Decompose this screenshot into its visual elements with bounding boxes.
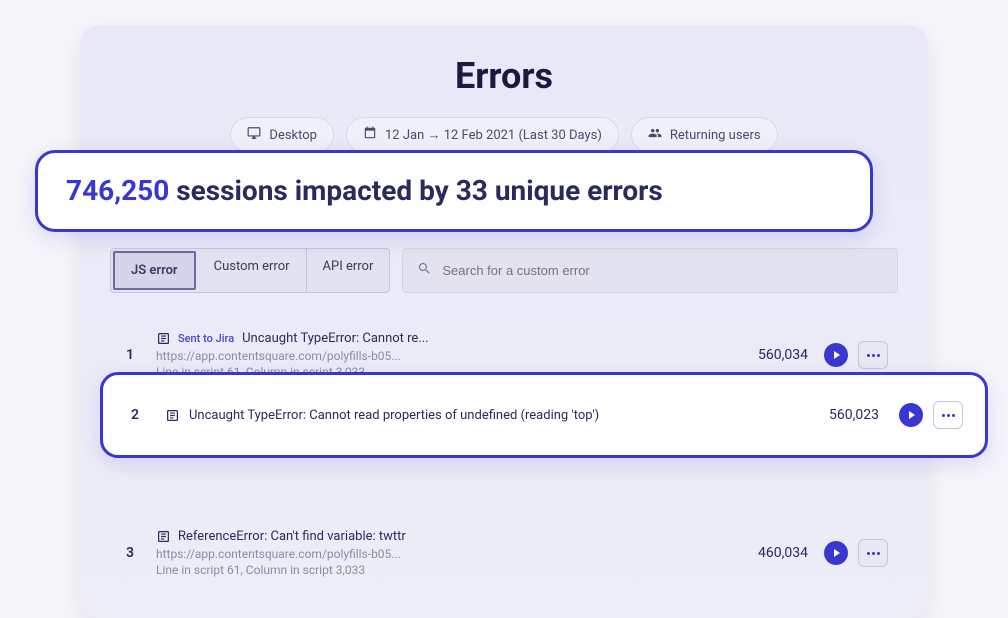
error-type-tabs: JS error Custom error API error xyxy=(110,248,390,293)
error-row-highlighted[interactable]: 2 Uncaught TypeError: Cannot read proper… xyxy=(100,372,988,458)
error-row[interactable]: 3 ReferenceError: Can't find variable: t… xyxy=(110,515,898,591)
error-title: Uncaught TypeError: Cannot read properti… xyxy=(189,408,599,423)
stat-text: 746,250 sessions impacted by 33 unique e… xyxy=(66,173,842,209)
error-meta: Line in script 61, Column in script 3,03… xyxy=(156,563,702,577)
user-filter-label: Returning users xyxy=(670,128,761,143)
error-index: 1 xyxy=(120,347,140,363)
errors-panel: Errors Desktop 12 Jan → 12 Feb 2021 (Las… xyxy=(80,25,928,618)
controls-bar: JS error Custom error API error xyxy=(110,248,898,293)
date-filter-label: 12 Jan → 12 Feb 2021 (Last 30 Days) xyxy=(385,127,602,143)
search-input[interactable] xyxy=(442,263,883,278)
play-button[interactable] xyxy=(824,343,848,367)
play-button[interactable] xyxy=(899,403,923,427)
desktop-icon xyxy=(247,126,261,144)
error-actions xyxy=(824,539,888,567)
error-url: https://app.contentsquare.com/polyfills-… xyxy=(156,349,702,363)
error-actions xyxy=(899,401,963,429)
page-title: Errors xyxy=(80,55,928,97)
more-dots-icon xyxy=(867,354,880,357)
device-filter-pill[interactable]: Desktop xyxy=(230,117,334,153)
error-count: 560,023 xyxy=(789,407,879,423)
error-content: Uncaught TypeError: Cannot read properti… xyxy=(165,408,769,423)
play-button[interactable] xyxy=(824,541,848,565)
tab-custom-error[interactable]: Custom error xyxy=(198,249,307,292)
stat-number: 746,250 xyxy=(66,174,169,207)
error-index: 3 xyxy=(120,545,140,561)
user-filter-pill[interactable]: Returning users xyxy=(631,117,778,153)
stat-callout: 746,250 sessions impacted by 33 unique e… xyxy=(35,150,873,232)
error-title: Uncaught TypeError: Cannot re... xyxy=(242,331,429,346)
error-count: 560,034 xyxy=(718,347,808,363)
more-button[interactable] xyxy=(933,401,963,429)
jira-badge: Sent to Jira xyxy=(178,332,234,345)
stat-label: sessions impacted by 33 unique errors xyxy=(176,174,663,207)
search-box[interactable] xyxy=(402,248,898,293)
date-filter-pill[interactable]: 12 Jan → 12 Feb 2021 (Last 30 Days) xyxy=(346,117,619,153)
more-button[interactable] xyxy=(858,539,888,567)
filter-pills: Desktop 12 Jan → 12 Feb 2021 (Last 30 Da… xyxy=(80,117,928,153)
error-actions xyxy=(824,341,888,369)
stat-box: 746,250 sessions impacted by 33 unique e… xyxy=(35,150,873,232)
source-icon xyxy=(156,332,170,346)
error-title: ReferenceError: Can't find variable: twt… xyxy=(178,529,406,544)
device-filter-label: Desktop xyxy=(269,128,317,143)
more-button[interactable] xyxy=(858,341,888,369)
tab-api-error[interactable]: API error xyxy=(307,249,390,292)
calendar-icon xyxy=(363,126,377,144)
source-icon xyxy=(156,530,170,544)
error-count: 460,034 xyxy=(718,545,808,561)
error-title-line: ReferenceError: Can't find variable: twt… xyxy=(156,529,702,544)
more-dots-icon xyxy=(867,552,880,555)
search-icon xyxy=(417,261,432,280)
tab-js-error[interactable]: JS error xyxy=(113,251,196,290)
error-url: https://app.contentsquare.com/polyfills-… xyxy=(156,547,702,561)
highlighted-error-callout: 2 Uncaught TypeError: Cannot read proper… xyxy=(100,372,988,458)
error-index: 2 xyxy=(125,407,145,423)
source-icon xyxy=(165,408,179,422)
more-dots-icon xyxy=(942,414,955,417)
error-title-line: Sent to Jira Uncaught TypeError: Cannot … xyxy=(156,331,702,346)
users-icon xyxy=(648,126,662,144)
error-content: ReferenceError: Can't find variable: twt… xyxy=(156,529,702,577)
